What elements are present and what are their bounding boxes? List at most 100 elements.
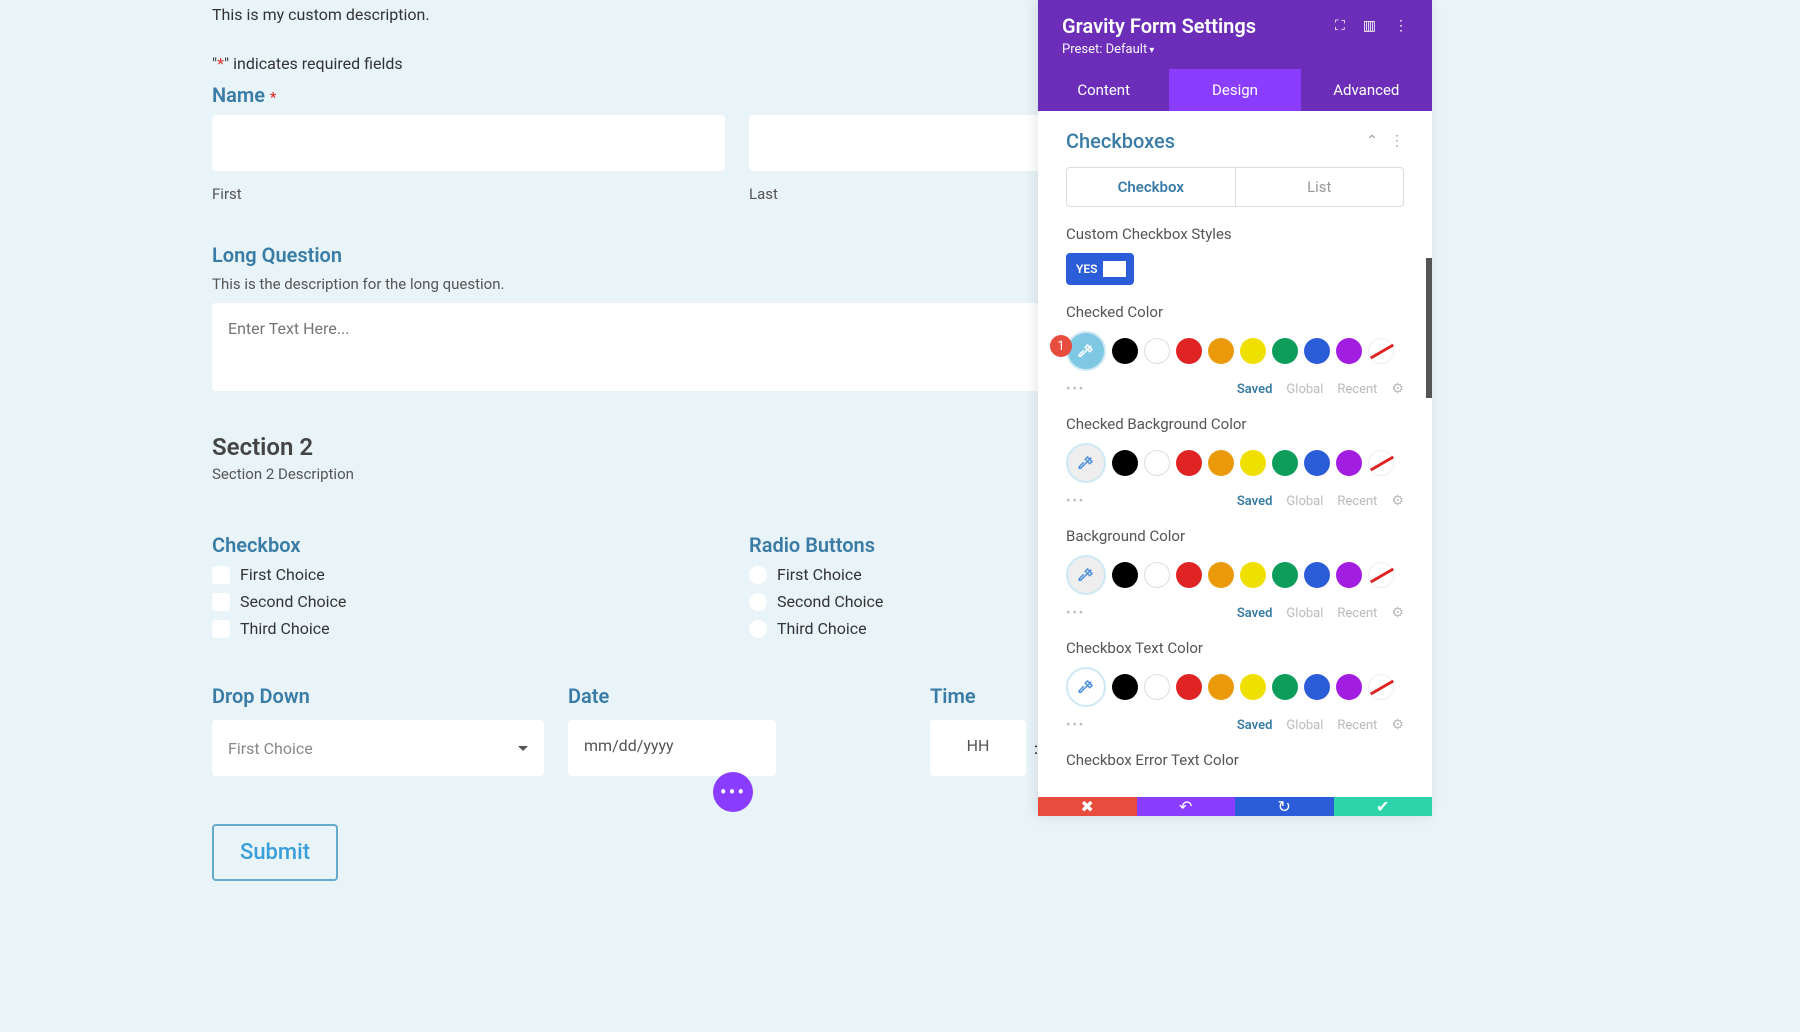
eyedropper-icon <box>1077 678 1095 696</box>
color-swatch-blue[interactable] <box>1304 338 1330 364</box>
color-swatch-orange[interactable] <box>1208 450 1234 476</box>
more-colors-icon[interactable]: ••• <box>1066 718 1085 733</box>
color-swatch-green[interactable] <box>1272 562 1298 588</box>
recent-colors-link[interactable]: Recent <box>1337 382 1377 397</box>
gear-icon[interactable]: ⚙ <box>1391 493 1404 509</box>
redo-button[interactable]: ↻ <box>1235 797 1334 816</box>
dropdown-select[interactable]: First Choice <box>212 720 544 776</box>
more-colors-icon[interactable]: ••• <box>1066 494 1085 509</box>
floating-action-button[interactable]: ••• <box>713 772 753 812</box>
date-input[interactable]: mm/dd/yyyy <box>568 720 776 776</box>
color-swatch-purple[interactable] <box>1336 562 1362 588</box>
subtab-checkbox[interactable]: Checkbox <box>1067 168 1236 206</box>
settings-panel: Gravity Form Settings ⛶ ▥ ⋮ Preset: Defa… <box>1038 0 1432 816</box>
color-swatch-red[interactable] <box>1176 450 1202 476</box>
color-swatch-none[interactable] <box>1368 674 1394 700</box>
gear-icon[interactable]: ⚙ <box>1391 381 1404 397</box>
recent-colors-link[interactable]: Recent <box>1337 606 1377 621</box>
radio-icon <box>749 566 767 584</box>
expand-icon[interactable]: ⛶ <box>1335 18 1345 34</box>
color-swatch-white[interactable] <box>1144 450 1170 476</box>
color-swatch-black[interactable] <box>1112 338 1138 364</box>
eyedropper-icon <box>1077 342 1095 360</box>
color-picker-button[interactable] <box>1066 555 1106 595</box>
preset-selector[interactable]: Preset: Default▾ <box>1062 42 1408 57</box>
error-text-color-label: Checkbox Error Text Color <box>1066 751 1404 769</box>
checkbox-label: Checkbox <box>212 533 725 557</box>
global-colors-link[interactable]: Global <box>1286 494 1323 509</box>
color-swatch-white[interactable] <box>1144 562 1170 588</box>
color-swatch-red[interactable] <box>1176 674 1202 700</box>
annotation-badge: 1 <box>1050 335 1072 357</box>
more-icon[interactable]: ⋮ <box>1394 18 1408 34</box>
color-swatch-yellow[interactable] <box>1240 674 1266 700</box>
checkbox-option[interactable]: Third Choice <box>212 619 725 638</box>
more-colors-icon[interactable]: ••• <box>1066 606 1085 621</box>
time-hh-input[interactable]: HH <box>930 720 1026 776</box>
color-swatch-purple[interactable] <box>1336 338 1362 364</box>
cancel-button[interactable]: ✖ <box>1038 797 1137 816</box>
color-swatch-blue[interactable] <box>1304 562 1330 588</box>
color-swatch-red[interactable] <box>1176 562 1202 588</box>
kebab-icon[interactable]: ⋮ <box>1390 133 1404 149</box>
color-swatch-white[interactable] <box>1144 338 1170 364</box>
color-picker-button[interactable] <box>1066 443 1106 483</box>
recent-colors-link[interactable]: Recent <box>1337 718 1377 733</box>
checkbox-icon <box>212 566 230 584</box>
color-swatch-none[interactable] <box>1368 338 1394 364</box>
global-colors-link[interactable]: Global <box>1286 382 1323 397</box>
color-swatch-purple[interactable] <box>1336 674 1362 700</box>
global-colors-link[interactable]: Global <box>1286 718 1323 733</box>
color-setting-label: Checked Color <box>1066 303 1404 321</box>
color-swatch-green[interactable] <box>1272 338 1298 364</box>
color-swatch-black[interactable] <box>1112 674 1138 700</box>
undo-button[interactable]: ↶ <box>1137 797 1236 816</box>
more-colors-icon[interactable]: ••• <box>1066 382 1085 397</box>
color-swatch-yellow[interactable] <box>1240 450 1266 476</box>
first-name-input[interactable] <box>212 115 725 171</box>
color-swatch-orange[interactable] <box>1208 674 1234 700</box>
saved-colors-link[interactable]: Saved <box>1237 382 1273 397</box>
saved-colors-link[interactable]: Saved <box>1237 606 1273 621</box>
subtab-list[interactable]: List <box>1236 168 1404 206</box>
scrollbar[interactable] <box>1426 258 1432 398</box>
color-swatch-green[interactable] <box>1272 450 1298 476</box>
color-swatch-white[interactable] <box>1144 674 1170 700</box>
color-swatch-yellow[interactable] <box>1240 562 1266 588</box>
global-colors-link[interactable]: Global <box>1286 606 1323 621</box>
color-swatch-yellow[interactable] <box>1240 338 1266 364</box>
color-swatch-blue[interactable] <box>1304 674 1330 700</box>
color-swatch-black[interactable] <box>1112 562 1138 588</box>
color-swatch-orange[interactable] <box>1208 562 1234 588</box>
submit-button[interactable]: Submit <box>212 824 338 881</box>
section-checkboxes[interactable]: Checkboxes <box>1066 129 1175 153</box>
saved-colors-link[interactable]: Saved <box>1237 494 1273 509</box>
tab-design[interactable]: Design <box>1169 69 1300 111</box>
color-setting-label: Checkbox Text Color <box>1066 639 1404 657</box>
gear-icon[interactable]: ⚙ <box>1391 605 1404 621</box>
chevron-up-icon[interactable]: ⌃ <box>1366 133 1378 149</box>
color-swatch-green[interactable] <box>1272 674 1298 700</box>
saved-colors-link[interactable]: Saved <box>1237 718 1273 733</box>
color-swatch-none[interactable] <box>1368 450 1394 476</box>
color-swatch-none[interactable] <box>1368 562 1394 588</box>
tab-content[interactable]: Content <box>1038 69 1169 111</box>
columns-icon[interactable]: ▥ <box>1363 18 1376 34</box>
checkbox-option[interactable]: Second Choice <box>212 592 725 611</box>
custom-styles-toggle[interactable]: YES <box>1066 253 1134 285</box>
chevron-down-icon <box>518 746 528 751</box>
recent-colors-link[interactable]: Recent <box>1337 494 1377 509</box>
color-picker-button[interactable]: 1 <box>1066 331 1106 371</box>
radio-icon <box>749 620 767 638</box>
checkbox-icon <box>212 593 230 611</box>
color-swatch-purple[interactable] <box>1336 450 1362 476</box>
gear-icon[interactable]: ⚙ <box>1391 717 1404 733</box>
save-button[interactable]: ✔ <box>1334 797 1433 816</box>
color-picker-button[interactable] <box>1066 667 1106 707</box>
color-swatch-blue[interactable] <box>1304 450 1330 476</box>
tab-advanced[interactable]: Advanced <box>1301 69 1432 111</box>
color-swatch-orange[interactable] <box>1208 338 1234 364</box>
color-swatch-black[interactable] <box>1112 450 1138 476</box>
checkbox-option[interactable]: First Choice <box>212 565 725 584</box>
color-swatch-red[interactable] <box>1176 338 1202 364</box>
